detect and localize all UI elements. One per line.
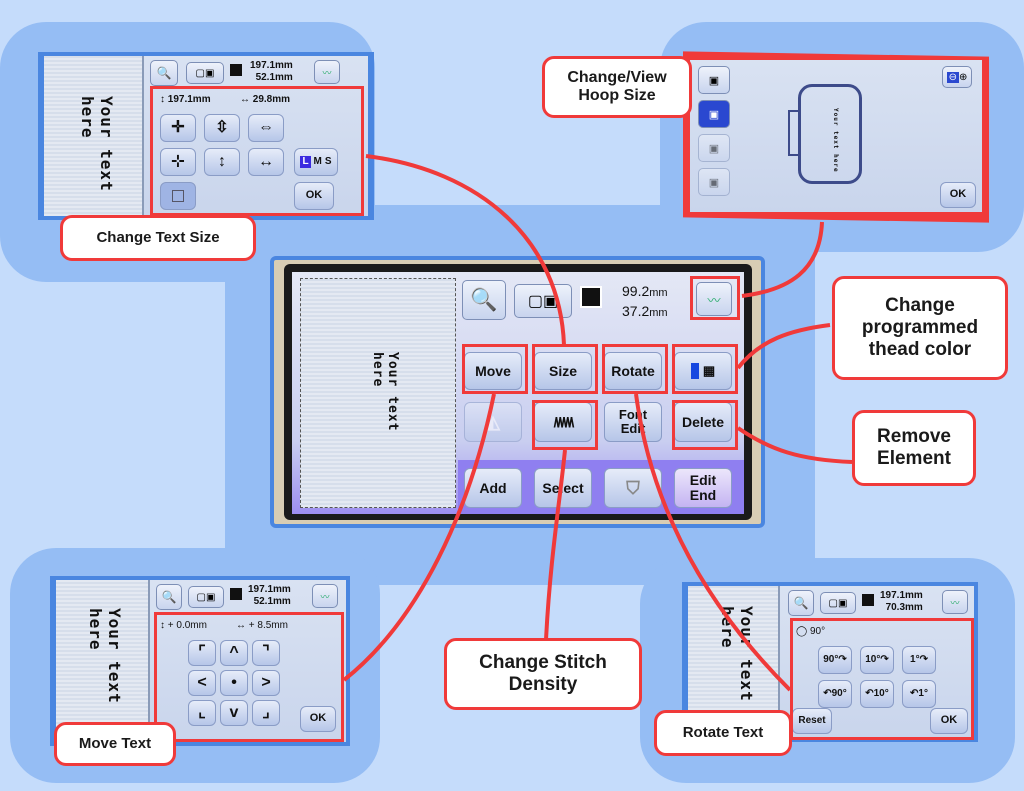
hoop-zoom-controls[interactable]: ⊖ ⊕	[942, 66, 972, 88]
stitch-color-icon: 〰	[322, 67, 332, 78]
highlight-move	[462, 344, 528, 394]
highlight-rotate	[602, 344, 668, 394]
magnifier-icon: 🔍	[793, 596, 809, 610]
font-edit-button[interactable]: Font Edit	[604, 402, 662, 442]
zoom-in-icon[interactable]: ⊕	[959, 72, 967, 83]
edit-end-button[interactable]: Edit End	[674, 468, 732, 508]
callout-change-stitch-density: Change Stitch Density	[444, 638, 642, 710]
hoop-icon: ▢▣	[828, 597, 848, 609]
hoop-option-2[interactable]: ▣	[698, 100, 730, 128]
rotate-dimensions: 197.1mm 70.3mm	[880, 590, 923, 613]
embroidery-frame-button[interactable]: 〰	[312, 584, 338, 608]
highlight-size-panel	[150, 86, 364, 216]
hoop-icon: ▢▣	[527, 293, 559, 310]
callout-remove-element: Remove Element	[852, 410, 976, 486]
size-indicator-icon	[862, 594, 874, 606]
edit-end-label-2: End	[689, 487, 717, 503]
hoop-select-button[interactable]: ▢▣	[188, 586, 224, 608]
rotate-preview-text: Your text here	[718, 606, 756, 702]
hoop-icon: ▣	[708, 176, 720, 189]
highlight-thread-color	[672, 344, 738, 394]
hoop-icon: ▢▣	[196, 591, 216, 603]
size-dimensions: 197.1mm 52.1mm	[250, 60, 293, 83]
hoop-screen: ▣ ▣ ▣ ▣ ⊖ ⊕ Your text here OK	[690, 60, 982, 212]
font-edit-label-2: Edit	[620, 421, 646, 436]
size-indicator-icon	[230, 588, 242, 600]
hoop-option-1[interactable]: ▣	[698, 66, 730, 94]
magnifier-icon: 🔍	[161, 590, 177, 604]
select-button[interactable]: Select	[534, 468, 592, 508]
embroidery-frame-button[interactable]: 〰	[942, 590, 968, 614]
hoop-option-3[interactable]: ▣	[698, 134, 730, 162]
mirror-icon: ◭	[486, 411, 500, 432]
highlight-stitch-density	[532, 400, 598, 450]
hoop-icon: ▣	[708, 108, 720, 121]
size-indicator-icon	[580, 286, 602, 308]
highlight-delete	[672, 400, 738, 450]
hoop-icon: ▣	[708, 74, 720, 87]
hoop-select-button[interactable]: ▢▣	[186, 62, 224, 84]
hoop-select-button[interactable]: ▢▣	[514, 284, 572, 318]
size-indicator-icon	[230, 64, 242, 76]
hoop-ok-button[interactable]: OK	[940, 182, 976, 208]
callout-change-text-size: Change Text Size	[60, 215, 256, 261]
mirror-button[interactable]: ◭	[464, 402, 522, 442]
main-preview-text: Your text here	[370, 352, 400, 432]
callout-rotate-text: Rotate Text	[654, 710, 792, 756]
stitch-color-icon: 〰	[320, 591, 330, 602]
font-edit-label-1: Font	[618, 407, 648, 423]
callout-move-text: Move Text	[54, 722, 176, 766]
callout-change-view-hoop-size: Change/View Hoop Size	[542, 56, 692, 118]
hoop-illustration	[798, 84, 862, 184]
hoop-select-button[interactable]: ▢▣	[820, 592, 856, 614]
add-button[interactable]: Add	[464, 468, 522, 508]
hoop-icon: ▣	[708, 142, 720, 155]
pocket-icon: ⛉	[626, 477, 640, 498]
highlight-size	[532, 344, 598, 394]
zoom-button[interactable]: 🔍	[150, 60, 178, 86]
zoom-button[interactable]: 🔍	[462, 280, 506, 320]
edit-end-label-1: Edit	[689, 472, 717, 489]
magnifier-icon: 🔍	[156, 66, 172, 80]
hoop-preview-text: Your text here	[832, 108, 839, 173]
move-dimensions: 197.1mm 52.1mm	[248, 584, 291, 607]
zoom-out-icon[interactable]: ⊖	[946, 71, 959, 83]
move-preview-text: Your text here	[86, 608, 124, 704]
hoop-option-4[interactable]: ▣	[698, 168, 730, 196]
hoop-clamp	[788, 110, 800, 156]
zoom-button[interactable]: 🔍	[156, 584, 182, 610]
highlight-move-panel	[154, 612, 344, 742]
highlight-rotate-panel	[790, 618, 974, 740]
main-dimensions: 99.2mm 37.2mm	[622, 283, 668, 319]
hoop-icon: ▢▣	[195, 67, 215, 79]
zoom-button[interactable]: 🔍	[788, 590, 814, 616]
memory-pocket-button[interactable]: ⛉	[604, 468, 662, 508]
stitch-color-icon: 〰	[950, 597, 960, 608]
highlight-frame-button	[690, 276, 740, 320]
embroidery-frame-button[interactable]: 〰	[314, 60, 340, 84]
magnifier-icon: 🔍	[470, 287, 498, 312]
callout-change-thread-color: Change programmed thead color	[832, 276, 1008, 380]
size-preview-text: Your text here	[78, 96, 116, 192]
